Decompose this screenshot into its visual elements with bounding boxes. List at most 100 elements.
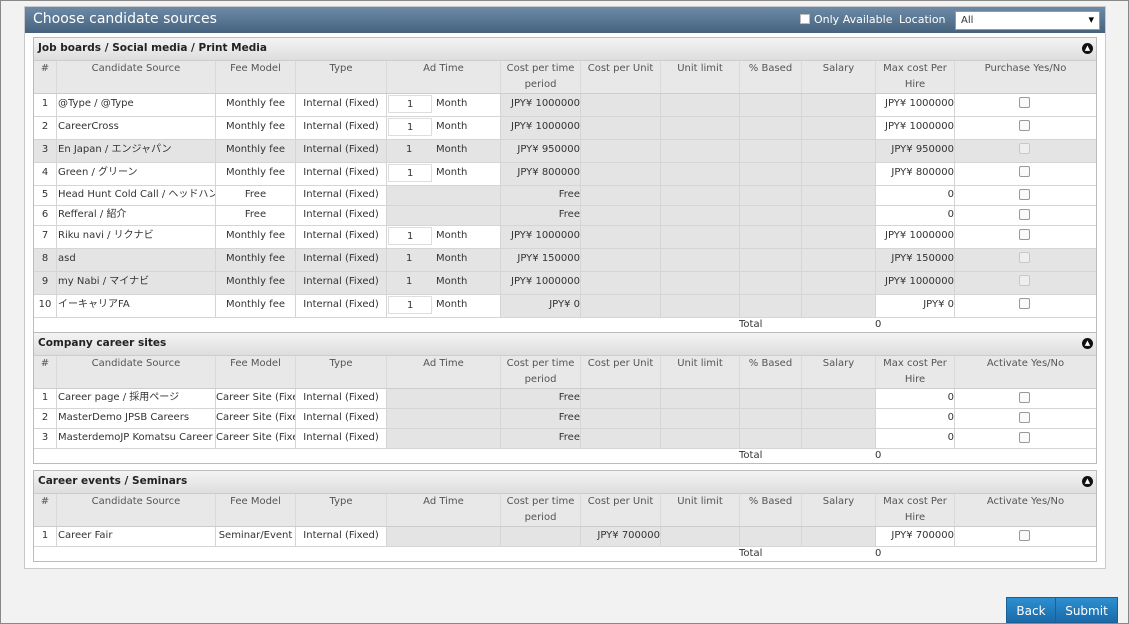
purchase-checkbox — [1019, 275, 1030, 286]
table-header: # Candidate Source Fee Model Type Ad Tim… — [34, 494, 1096, 527]
percent-based — [739, 409, 801, 428]
col-source: Candidate Source — [56, 61, 215, 93]
purchase-checkbox[interactable] — [1019, 229, 1030, 240]
ad-time-cell: 1 Month — [386, 163, 500, 185]
ad-time-cell: 1 Month — [386, 94, 500, 116]
checkbox-cell — [954, 226, 1096, 248]
salary — [801, 409, 875, 428]
col-fee: Fee Model — [215, 61, 295, 93]
candidate-source: Riku navi / リクナビ — [56, 226, 215, 248]
unit-limit — [660, 429, 739, 448]
col-ul: Unit limit — [660, 356, 739, 388]
col-num: # — [40, 63, 50, 74]
fee-model: Monthly fee — [215, 226, 295, 248]
ad-time-input[interactable]: 1 — [388, 95, 432, 113]
purchase-checkbox[interactable] — [1019, 209, 1030, 220]
purchase-checkbox[interactable] — [1019, 120, 1030, 131]
candidate-source: my Nabi / マイナビ — [56, 272, 215, 294]
percent-based — [739, 140, 801, 162]
col-pb: % Based — [739, 356, 801, 388]
checkbox-cell — [954, 140, 1096, 162]
candidate-sources-panel: Choose candidate sources Only Available … — [24, 6, 1106, 569]
col-sal: Salary — [801, 494, 875, 526]
col-cptp: Cost per time period — [500, 494, 580, 526]
cost-per-unit — [580, 295, 660, 317]
max-cost-per-hire: 0 — [875, 206, 954, 225]
cost-per-time-period: Free — [500, 206, 580, 225]
cost-per-time-period: JPY¥ 800000 — [500, 163, 580, 185]
cost-per-time-period: JPY¥ 950000 — [500, 140, 580, 162]
back-button[interactable]: Back — [1006, 597, 1056, 623]
percent-based — [739, 206, 801, 225]
row-number: 3 — [41, 432, 49, 443]
purchase-checkbox[interactable] — [1019, 97, 1030, 108]
candidate-source: CareerCross — [56, 117, 215, 139]
row-number: 10 — [38, 299, 52, 310]
purchase-checkbox[interactable] — [1019, 189, 1030, 200]
max-cost-per-hire: JPY¥ 0 — [875, 295, 954, 317]
ad-time-cell: 1 Month — [386, 226, 500, 248]
cost-per-unit — [580, 140, 660, 162]
only-available-toggle[interactable]: Only Available — [800, 13, 892, 26]
unit-limit — [660, 272, 739, 294]
ad-time-unit: Month — [436, 276, 468, 287]
candidate-source: En Japan / エンジャパン — [56, 140, 215, 162]
fee-model: Monthly fee — [215, 249, 295, 271]
section-header[interactable]: Job boards / Social media / Print Media … — [34, 38, 1096, 61]
salary — [801, 117, 875, 139]
collapse-icon[interactable]: ▲ — [1082, 338, 1093, 349]
source-type: Internal (Fixed) — [295, 226, 386, 248]
col-type: Type — [295, 61, 386, 93]
unit-limit — [660, 117, 739, 139]
row-number: 1 — [41, 530, 49, 541]
activate-checkbox[interactable] — [1019, 412, 1030, 423]
col-ul: Unit limit — [660, 494, 739, 526]
table-row: 3 En Japan / エンジャパン Monthly fee Internal (F… — [34, 140, 1096, 163]
purchase-checkbox[interactable] — [1019, 298, 1030, 309]
ad-time-input[interactable]: 1 — [388, 227, 432, 245]
submit-button[interactable]: Submit — [1055, 597, 1118, 623]
candidate-source: @Type / @Type — [56, 94, 215, 116]
ad-time-cell: 1 Month — [386, 249, 500, 271]
collapse-icon[interactable]: ▲ — [1082, 476, 1093, 487]
cost-per-unit — [580, 117, 660, 139]
location-value: All — [961, 15, 974, 26]
col-cptp: Cost per time period — [500, 61, 580, 93]
table-row: 3 MasterdemoJP Komatsu Career Career Site … — [34, 429, 1096, 449]
unit-limit — [660, 94, 739, 116]
location-select[interactable]: All ▾ — [955, 11, 1100, 30]
collapse-icon[interactable]: ▲ — [1082, 43, 1093, 54]
section-career-sites: Company career sites ▲ # Candidate Sourc… — [33, 332, 1097, 464]
ad-time-input[interactable]: 1 — [388, 164, 432, 182]
panel-header: Choose candidate sources Only Available … — [25, 7, 1105, 33]
ad-time-input[interactable]: 1 — [388, 296, 432, 314]
col-max: Max cost Per Hire — [875, 356, 954, 388]
percent-based — [739, 117, 801, 139]
table-body: 1 Career Fair Seminar/Event Internal (Fixed… — [34, 527, 1096, 547]
max-cost-per-hire: 0 — [875, 186, 954, 205]
checkbox-cell — [954, 295, 1096, 317]
percent-based — [739, 272, 801, 294]
checkbox-cell — [954, 527, 1096, 546]
table-row: 10 イーキャリアFA Monthly fee Internal (Fixed) 1 Mo… — [34, 295, 1096, 318]
total-row: Total 0 — [34, 449, 1096, 463]
percent-based — [739, 226, 801, 248]
table-row: 5 Head Hunt Cold Call / ヘッドハント Free Interna… — [34, 186, 1096, 206]
row-number: 1 — [41, 98, 49, 109]
unit-limit — [660, 163, 739, 185]
activate-checkbox[interactable] — [1019, 432, 1030, 443]
ad-time-input[interactable]: 1 — [388, 118, 432, 136]
candidate-source: Head Hunt Cold Call / ヘッドハント — [56, 186, 215, 205]
section-header[interactable]: Company career sites ▲ — [34, 333, 1096, 356]
row-number: 9 — [41, 276, 49, 287]
section-header[interactable]: Career events / Seminars ▲ — [34, 471, 1096, 494]
max-cost-per-hire: JPY¥ 1000000 — [875, 117, 954, 139]
total-value: 0 — [875, 548, 882, 559]
section-career-events: Career events / Seminars ▲ # Candidate S… — [33, 470, 1097, 562]
source-type: Internal (Fixed) — [295, 249, 386, 271]
purchase-checkbox[interactable] — [1019, 166, 1030, 177]
activate-checkbox[interactable] — [1019, 392, 1030, 403]
activate-checkbox[interactable] — [1019, 530, 1030, 541]
unit-limit — [660, 140, 739, 162]
only-available-checkbox[interactable] — [800, 14, 810, 24]
